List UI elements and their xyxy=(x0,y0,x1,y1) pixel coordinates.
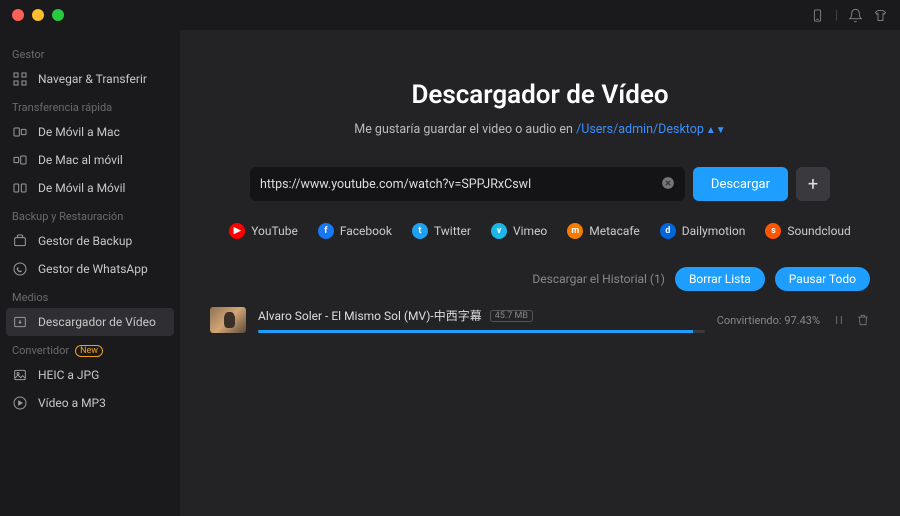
sidebar-item-gestor-de-backup[interactable]: Gestor de Backup xyxy=(0,227,180,255)
metacafe-icon: m xyxy=(567,223,583,239)
backup-icon xyxy=(12,233,28,249)
sidebar-item-label: Navegar & Transferir xyxy=(38,72,147,86)
download-item: Alvaro Soler - El Mismo Sol (MV)-中西字幕 45… xyxy=(210,307,870,333)
whatsapp-icon xyxy=(12,261,28,277)
platform-facebook[interactable]: fFacebook xyxy=(318,223,392,239)
maximize-window[interactable] xyxy=(52,9,64,21)
sidebar: Gestor Navegar & Transferir Transferencia … xyxy=(0,30,180,516)
pause-all-button[interactable]: Pausar Todo xyxy=(775,267,870,291)
sidebar-item-label: Descargador de Vídeo xyxy=(38,315,156,329)
download-status: Convirtiendo: 97.43% xyxy=(717,314,820,327)
sidebar-item-heic-a-jpg[interactable]: HEIC a JPG xyxy=(0,361,180,389)
progress-bar xyxy=(258,330,705,333)
soundcloud-icon: s xyxy=(765,223,781,239)
dailymotion-icon: d xyxy=(660,223,676,239)
platform-soundcloud[interactable]: sSoundcloud xyxy=(765,223,850,239)
sidebar-item-label: Gestor de WhatsApp xyxy=(38,262,148,276)
delete-icon[interactable] xyxy=(856,313,870,327)
clear-list-button[interactable]: Borrar Lista xyxy=(675,267,765,291)
sidebar-group-label: Backup y Restauración xyxy=(0,202,180,227)
file-size-badge: 45.7 MB xyxy=(490,310,533,322)
youtube-icon: ▶ xyxy=(229,223,245,239)
sidebar-group-label: Medios xyxy=(0,283,180,308)
vimeo-icon: v xyxy=(491,223,507,239)
download-title: Alvaro Soler - El Mismo Sol (MV)-中西字幕 xyxy=(258,307,482,324)
page-title: Descargador de Vídeo xyxy=(210,80,870,110)
image-icon xyxy=(12,367,28,383)
sidebar-group-label: Gestor xyxy=(0,40,180,65)
sidebar-item-descargador-de-v-deo[interactable]: Descargador de Vídeo xyxy=(6,308,174,336)
sidebar-item-label: Vídeo a MP3 xyxy=(38,396,106,410)
sidebar-group-label: Transferencia rápida xyxy=(0,93,180,118)
sidebar-item-gestor-de-whatsapp[interactable]: Gestor de WhatsApp xyxy=(0,255,180,283)
save-location-row: Me gustaría guardar el video o audio en … xyxy=(210,122,870,137)
close-window[interactable] xyxy=(12,9,24,21)
sidebar-group-label: ConvertidorNew xyxy=(0,336,180,361)
sidebar-item-label: De Móvil a Mac xyxy=(38,125,120,139)
main-content: Descargador de Vídeo Me gustaría guardar… xyxy=(180,30,900,516)
add-button[interactable]: + xyxy=(796,167,830,201)
sidebar-item-v-deo-a-mp3[interactable]: Vídeo a MP3 xyxy=(0,389,180,417)
url-input[interactable] xyxy=(260,177,661,192)
phone-icon[interactable] xyxy=(810,8,825,23)
sidebar-item-label: De Móvil a Móvil xyxy=(38,181,125,195)
window-controls xyxy=(12,9,64,21)
url-input-container xyxy=(250,167,685,201)
grid-icon xyxy=(12,71,28,87)
save-path-link[interactable]: /Users/admin/Desktop xyxy=(576,122,704,137)
platform-vimeo[interactable]: vVimeo xyxy=(491,223,547,239)
mac-to-phone-icon xyxy=(12,152,28,168)
twitter-icon: t xyxy=(412,223,428,239)
sidebar-item-label: Gestor de Backup xyxy=(38,234,132,248)
titlebar: | xyxy=(0,0,900,30)
new-badge: New xyxy=(75,345,103,357)
header-icons: | xyxy=(810,8,888,23)
phone-to-phone-icon xyxy=(12,180,28,196)
audio-icon xyxy=(12,395,28,411)
history-label[interactable]: Descargar el Historial (1) xyxy=(532,272,665,286)
shirt-icon[interactable] xyxy=(873,8,888,23)
download-button[interactable]: Descargar xyxy=(693,167,788,201)
sidebar-item-label: HEIC a JPG xyxy=(38,368,99,382)
platforms-row: ▶YouTube fFacebook tTwitter vVimeo mMetacafe… xyxy=(210,223,870,239)
sidebar-item-de-m-vil-a-mac[interactable]: De Móvil a Mac xyxy=(0,118,180,146)
download-icon xyxy=(12,314,28,330)
pause-icon[interactable] xyxy=(832,313,846,327)
bell-icon[interactable] xyxy=(848,8,863,23)
sidebar-item-navegar-transferir[interactable]: Navegar & Transferir xyxy=(0,65,180,93)
sidebar-item-de-m-vil-a-m-vil[interactable]: De Móvil a Móvil xyxy=(0,174,180,202)
sidebar-item-de-mac-al-m-vil[interactable]: De Mac al móvil xyxy=(0,146,180,174)
facebook-icon: f xyxy=(318,223,334,239)
clear-input-icon[interactable] xyxy=(661,175,675,194)
platform-metacafe[interactable]: mMetacafe xyxy=(567,223,640,239)
platform-youtube[interactable]: ▶YouTube xyxy=(229,223,298,239)
platform-twitter[interactable]: tTwitter xyxy=(412,223,471,239)
platform-dailymotion[interactable]: dDailymotion xyxy=(660,223,746,239)
sidebar-item-label: De Mac al móvil xyxy=(38,153,123,167)
video-thumbnail[interactable] xyxy=(210,307,246,333)
minimize-window[interactable] xyxy=(32,9,44,21)
phone-to-mac-icon xyxy=(12,124,28,140)
path-dropdown-icon[interactable]: ▲▼ xyxy=(706,125,726,136)
